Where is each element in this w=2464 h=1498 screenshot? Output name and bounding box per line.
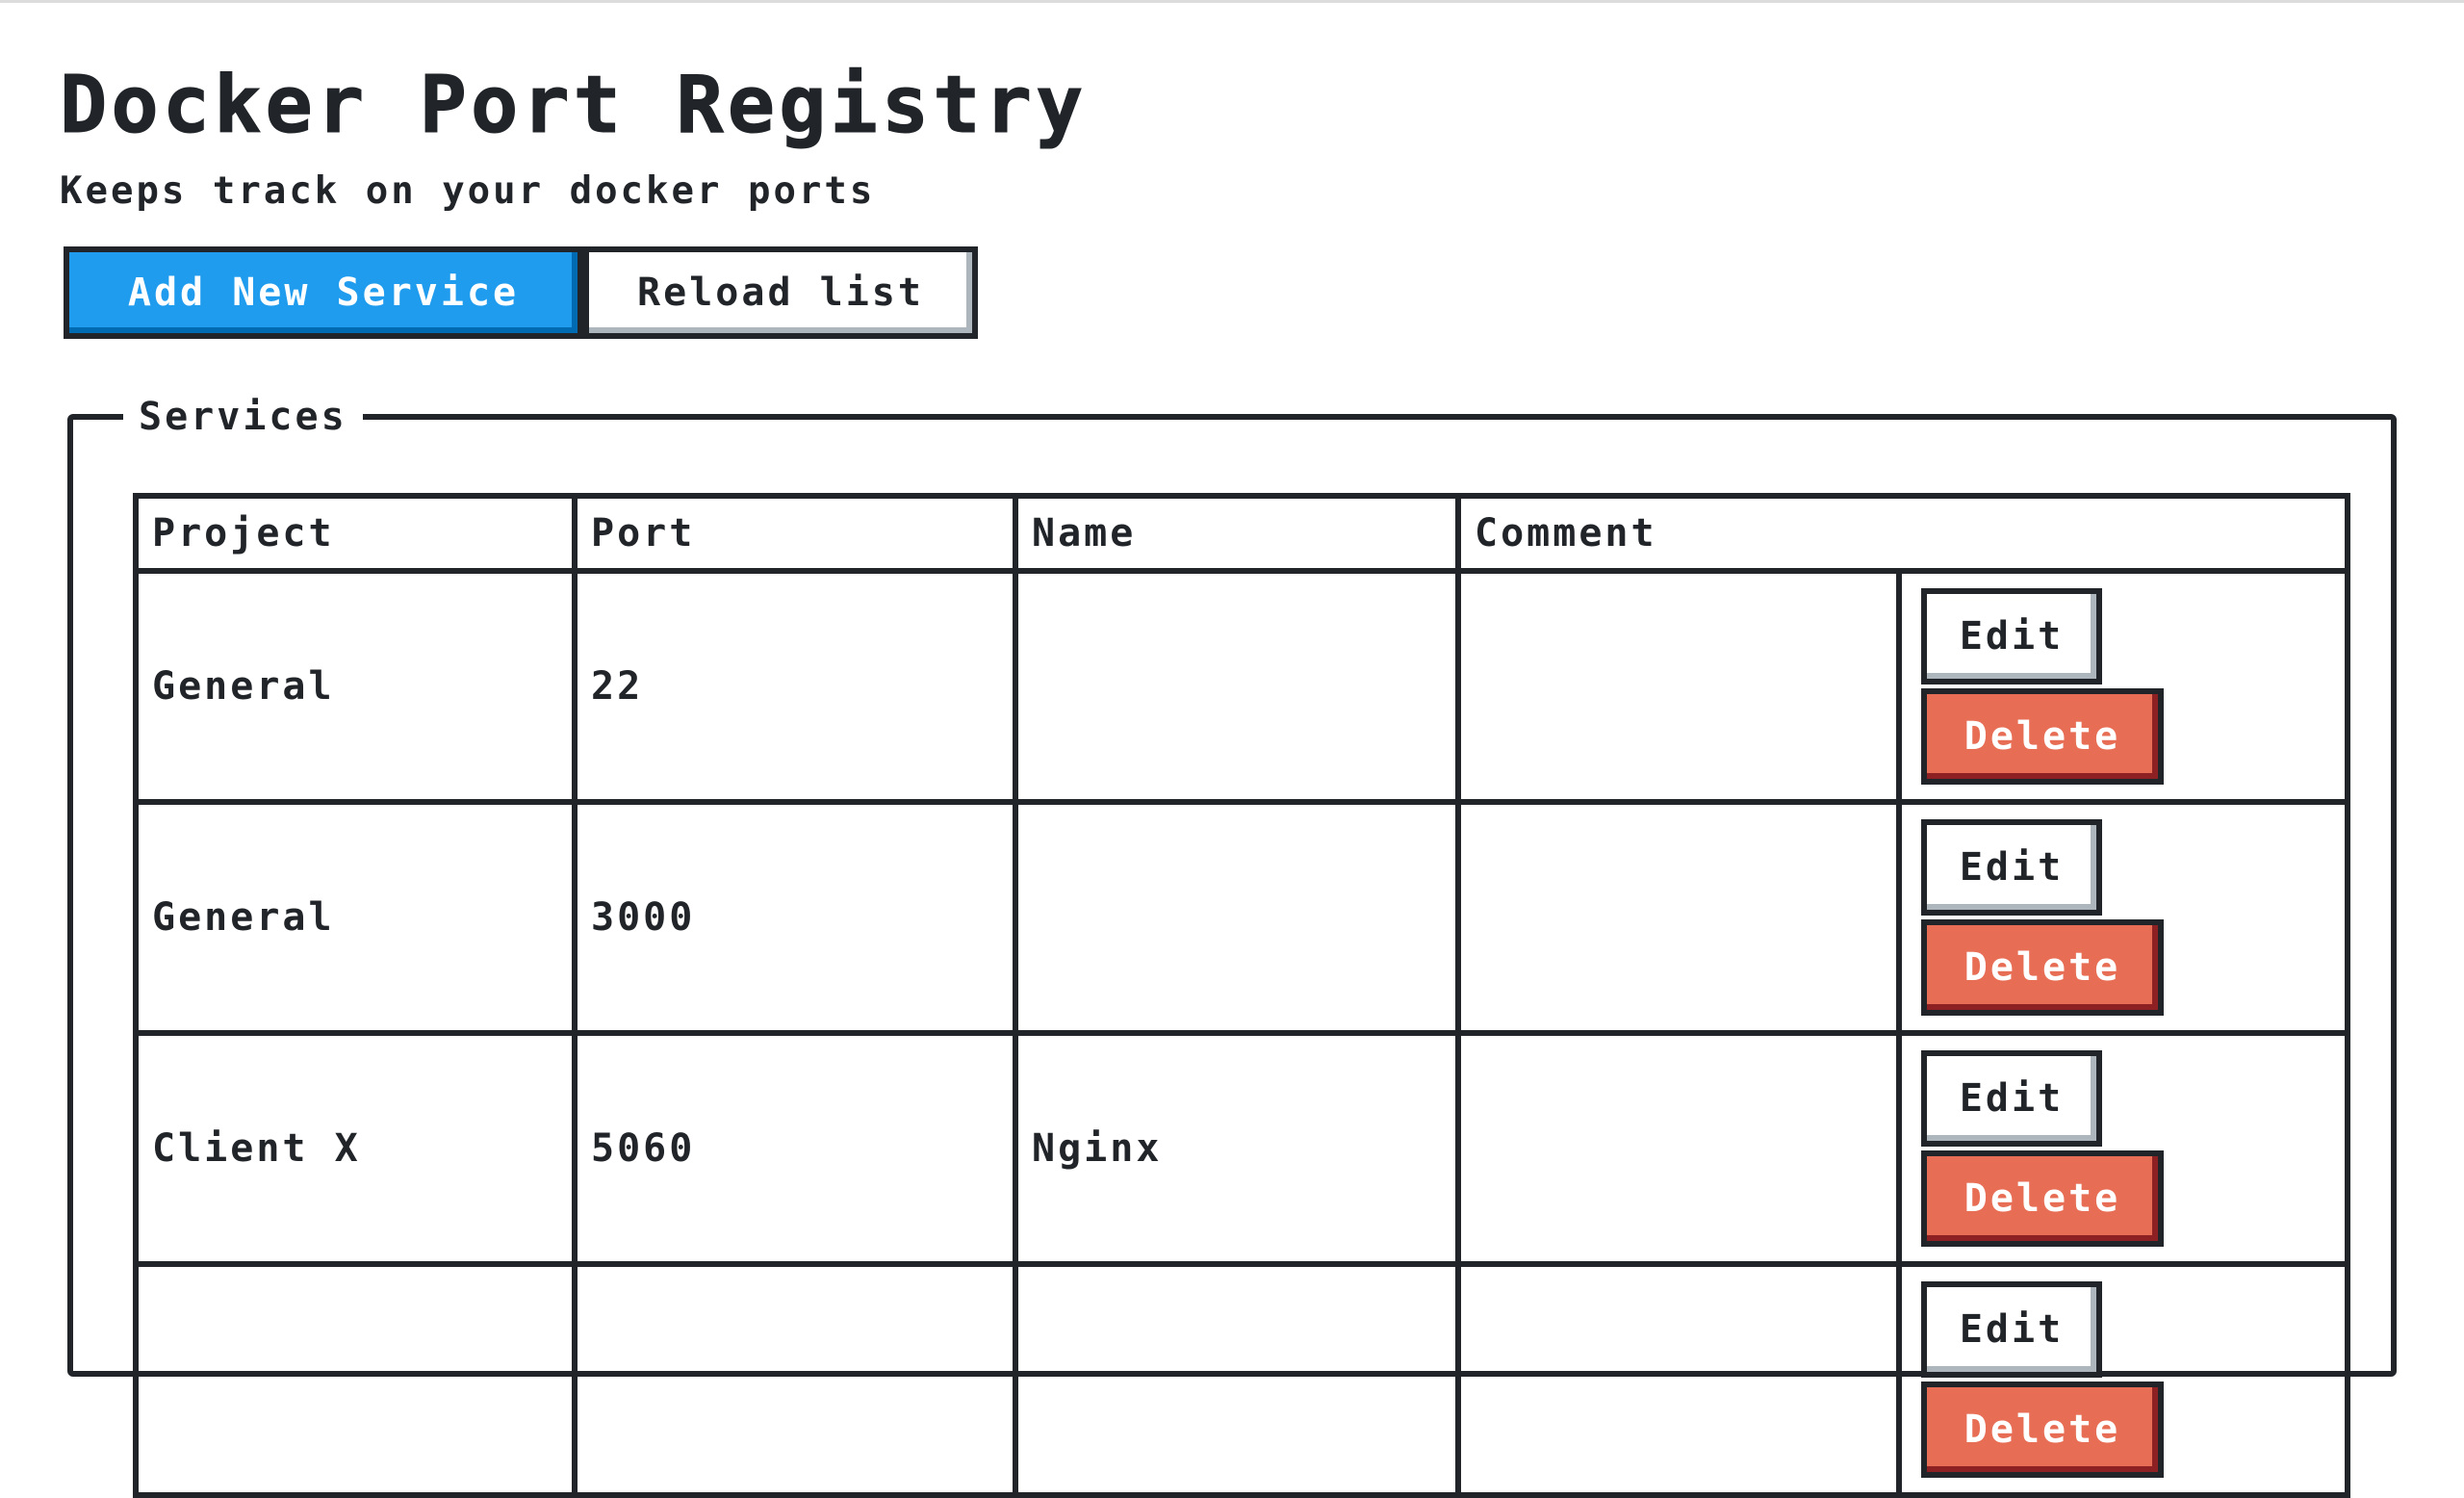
cell-actions: Edit Delete	[1896, 1030, 2350, 1267]
cell-name	[1013, 1261, 1461, 1498]
column-header-project: Project	[133, 493, 578, 574]
cell-project: General	[133, 568, 578, 805]
cell-name	[1013, 799, 1461, 1036]
cell-comment	[1455, 1261, 1902, 1498]
cell-project: Client X	[133, 1030, 578, 1267]
column-header-comment: Comment	[1455, 493, 2350, 574]
table-row: General 3000 Edit Delete	[133, 799, 2350, 1036]
column-header-port: Port	[572, 493, 1018, 574]
cell-port: 5060	[572, 1030, 1018, 1267]
table-row: Client X 5060 Nginx Edit Delete	[133, 1030, 2350, 1267]
services-table: Project Port Name Comment General 22 Edi…	[133, 493, 2350, 1498]
add-new-service-button[interactable]: Add New Service	[64, 246, 583, 339]
edit-button[interactable]: Edit	[1921, 819, 2102, 916]
cell-actions: Edit Delete	[1896, 799, 2350, 1036]
page: Docker Port Registry Keeps track on your…	[60, 58, 2408, 339]
delete-button[interactable]: Delete	[1921, 688, 2164, 785]
reload-list-button[interactable]: Reload list	[583, 246, 978, 339]
cell-project: General	[133, 799, 578, 1036]
cell-comment	[1455, 799, 1902, 1036]
edit-button[interactable]: Edit	[1921, 588, 2102, 684]
delete-button[interactable]: Delete	[1921, 1150, 2164, 1247]
page-subtitle: Keeps track on your docker ports	[60, 169, 876, 213]
cell-name: Nginx	[1013, 1030, 1461, 1267]
edit-button[interactable]: Edit	[1921, 1281, 2102, 1378]
table-header-row: Project Port Name Comment	[133, 493, 2350, 574]
column-header-name: Name	[1013, 493, 1461, 574]
cell-comment	[1455, 568, 1902, 805]
edit-button[interactable]: Edit	[1921, 1050, 2102, 1147]
table-row: General 22 Edit Delete	[133, 568, 2350, 805]
table-row: Edit Delete	[133, 1261, 2350, 1498]
cell-comment	[1455, 1030, 1902, 1267]
cell-name	[1013, 568, 1461, 805]
cell-project	[133, 1261, 578, 1498]
cell-actions: Edit Delete	[1896, 568, 2350, 805]
services-legend: Services	[123, 393, 363, 441]
page-title: Docker Port Registry	[60, 60, 1088, 152]
cell-port	[572, 1261, 1018, 1498]
cell-port: 22	[572, 568, 1018, 805]
delete-button[interactable]: Delete	[1921, 919, 2164, 1016]
delete-button[interactable]: Delete	[1921, 1382, 2164, 1478]
top-border	[0, 0, 2464, 3]
cell-port: 3000	[572, 799, 1018, 1036]
action-bar: Add New Service Reload list	[64, 246, 978, 339]
cell-actions: Edit Delete	[1896, 1261, 2350, 1498]
services-fieldset: Services Project Port Name Comment Gener…	[67, 393, 2397, 1498]
